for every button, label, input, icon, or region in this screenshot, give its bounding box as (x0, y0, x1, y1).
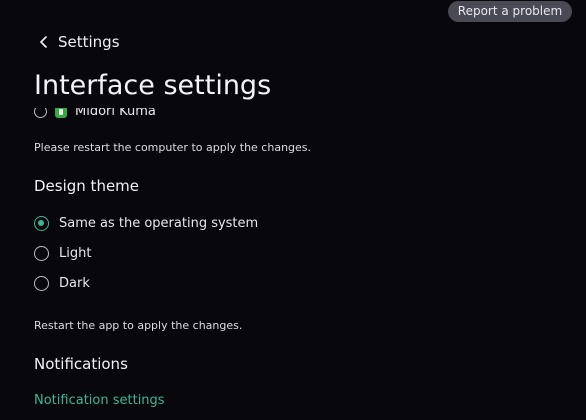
report-problem-button[interactable]: Report a problem (448, 1, 572, 22)
app-icon-option-midori-kuma[interactable]: Midori Kuma (34, 108, 156, 119)
interface-settings-page: Report a problem Settings Interface sett… (0, 0, 586, 420)
option-label: Midori Kuma (75, 108, 156, 119)
option-label: Same as the operating system (59, 216, 259, 231)
radio-unselected[interactable] (34, 246, 49, 261)
theme-option-dark[interactable]: Dark (34, 276, 90, 291)
theme-option-light[interactable]: Light (34, 246, 91, 261)
restart-app-note: Restart the app to apply the changes. (34, 319, 243, 332)
settings-content: Midori Kuma Please restart the computer … (0, 108, 586, 420)
restart-computer-note: Please restart the computer to apply the… (34, 141, 312, 154)
theme-option-system[interactable]: Same as the operating system (34, 216, 258, 231)
radio-selected[interactable] (34, 216, 49, 231)
chevron-left-icon (40, 36, 47, 48)
design-theme-heading: Design theme (34, 177, 140, 195)
back-to-settings-link[interactable]: Settings (38, 33, 120, 51)
radio-midori-kuma[interactable] (34, 108, 47, 118)
back-label: Settings (58, 33, 120, 51)
midori-kuma-icon (55, 108, 67, 118)
notification-settings-link[interactable]: Notification settings (34, 393, 165, 408)
option-label: Dark (59, 276, 90, 291)
page-title: Interface settings (34, 66, 574, 108)
notifications-heading: Notifications (34, 355, 128, 373)
radio-unselected[interactable] (34, 276, 49, 291)
option-label: Light (59, 246, 92, 261)
